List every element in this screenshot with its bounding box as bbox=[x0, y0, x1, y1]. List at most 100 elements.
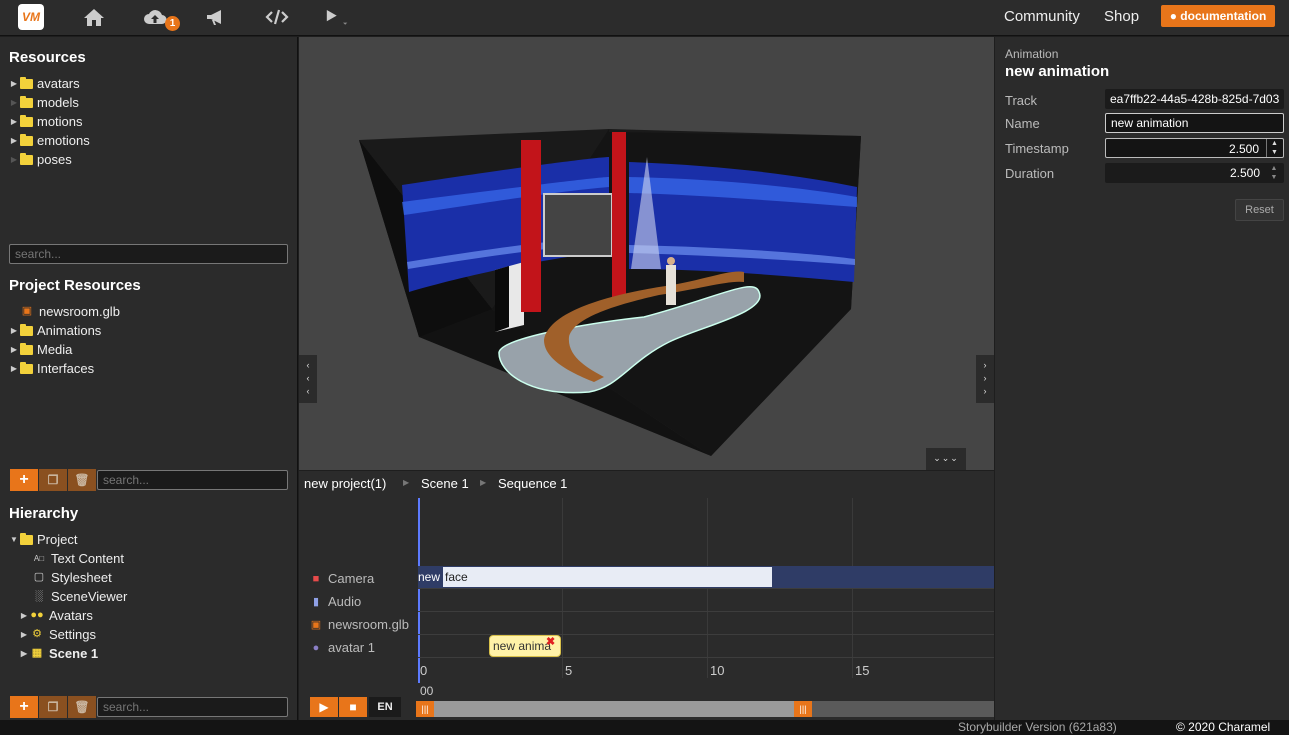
breadcrumb-sequence[interactable]: Sequence 1 bbox=[498, 476, 567, 491]
resource-item-models[interactable]: ▶ models bbox=[8, 93, 79, 112]
track-avatar[interactable]: ● avatar 1 bbox=[309, 640, 375, 655]
hierarchy-item-project[interactable]: ▼ Project bbox=[8, 530, 77, 549]
folder-icon bbox=[20, 133, 33, 146]
add-hierarchy-button[interactable]: + bbox=[10, 696, 38, 718]
collapse-left-panel-button[interactable]: ‹ ‹ ‹ bbox=[299, 355, 317, 403]
caret-right-icon[interactable]: ▶ bbox=[8, 131, 20, 150]
name-input[interactable] bbox=[1105, 113, 1284, 133]
breadcrumb-separator-icon: ▶ bbox=[403, 478, 410, 487]
copy-icon[interactable]: ❐ bbox=[39, 469, 67, 491]
camera-clip-face[interactable]: face bbox=[443, 567, 772, 587]
trash-icon[interactable]: 🗑 bbox=[68, 696, 96, 718]
project-resource-animations[interactable]: ▶ Animations bbox=[8, 321, 101, 340]
project-resources-title: Project Resources bbox=[9, 277, 141, 294]
play-dropdown-icon[interactable] bbox=[324, 6, 348, 28]
caret-down-icon[interactable]: ▼ bbox=[8, 530, 20, 549]
caret-right-icon[interactable]: ▶ bbox=[8, 74, 20, 93]
track-label: Track bbox=[1005, 93, 1038, 108]
hierarchy-item-sceneviewer[interactable]: ░ SceneViewer bbox=[20, 587, 127, 606]
hierarchy-item-text-content[interactable]: A□ Text Content bbox=[20, 549, 124, 568]
upload-count-badge: 1 bbox=[165, 16, 180, 31]
trash-icon[interactable]: 🗑 bbox=[68, 469, 96, 491]
text-icon: A□ bbox=[33, 554, 45, 563]
hierarchy-item-stylesheet[interactable]: ▢ Stylesheet bbox=[20, 568, 112, 587]
cloud-upload-icon[interactable] bbox=[143, 6, 167, 28]
playhead[interactable] bbox=[418, 498, 420, 683]
cube-icon: ▣ bbox=[310, 619, 322, 631]
collapse-right-panel-button[interactable]: › › › bbox=[976, 355, 994, 403]
resource-item-avatars[interactable]: ▶ avatars bbox=[8, 74, 80, 93]
collapse-timeline-button[interactable]: ⌄⌄⌄ bbox=[926, 448, 966, 470]
track-audio[interactable]: ▮ Audio bbox=[309, 594, 361, 609]
folder-icon bbox=[20, 114, 33, 127]
breadcrumb-project[interactable]: new project(1) bbox=[304, 476, 386, 491]
home-icon[interactable] bbox=[82, 6, 106, 28]
shop-link[interactable]: Shop bbox=[1104, 8, 1139, 25]
timestamp-stepper[interactable]: ▲ ▼ bbox=[1266, 139, 1282, 157]
folder-icon bbox=[20, 532, 33, 545]
file-icon: ▢ bbox=[33, 571, 45, 583]
duration-stepper[interactable]: ▲ ▼ bbox=[1266, 164, 1282, 182]
hierarchy-item-avatars[interactable]: ▶ ●● Avatars bbox=[18, 606, 93, 625]
version-text: Storybuilder Version (621a83) bbox=[958, 720, 1117, 734]
resources-title: Resources bbox=[9, 49, 86, 66]
timeline-scrollbar-thumb[interactable] bbox=[424, 701, 804, 717]
scene-viewport[interactable]: ‹ ‹ ‹ › › › ⌄⌄⌄ bbox=[299, 37, 994, 470]
caret-right-icon[interactable]: ▶ bbox=[18, 644, 30, 663]
caret-right-icon[interactable]: ▶ bbox=[8, 150, 20, 169]
hierarchy-search-input[interactable] bbox=[97, 697, 288, 717]
left-panel: Resources ▶ avatars ▶ models ▶ motions ▶ emo… bbox=[0, 37, 298, 720]
name-label: Name bbox=[1005, 116, 1040, 131]
caret-right-icon[interactable]: ▶ bbox=[8, 93, 20, 112]
close-icon[interactable]: ✖ bbox=[546, 635, 555, 648]
documentation-label: documentation bbox=[1180, 9, 1267, 23]
folder-icon bbox=[20, 95, 33, 108]
project-resources-search-input[interactable] bbox=[97, 470, 288, 490]
add-resource-button[interactable]: + bbox=[10, 469, 38, 491]
project-resource-media[interactable]: ▶ Media bbox=[8, 340, 73, 359]
megaphone-icon[interactable] bbox=[204, 6, 228, 28]
resource-item-emotions[interactable]: ▶ emotions bbox=[8, 131, 90, 150]
caret-right-icon[interactable]: ▶ bbox=[18, 625, 30, 644]
resource-item-motions[interactable]: ▶ motions bbox=[8, 112, 83, 131]
tick-label: 10 bbox=[710, 663, 725, 678]
properties-panel: Animation new animation Track ea7ffb22-4… bbox=[995, 37, 1289, 720]
copy-icon[interactable]: ❐ bbox=[39, 696, 67, 718]
gear-icon: ⚙ bbox=[32, 628, 42, 640]
user-icon: ● bbox=[1169, 9, 1177, 23]
caret-right-icon[interactable]: ▶ bbox=[8, 112, 20, 131]
camera-clip-new[interactable]: new bbox=[418, 567, 444, 587]
app-logo[interactable]: VM bbox=[18, 4, 44, 30]
caret-right-icon[interactable]: ▶ bbox=[8, 340, 20, 359]
reset-button[interactable]: Reset bbox=[1235, 199, 1284, 221]
track-newsroom[interactable]: ▣ newsroom.glb bbox=[309, 617, 409, 632]
project-resource-newsroom[interactable]: ▣ newsroom.glb bbox=[8, 302, 120, 321]
resources-search-input[interactable] bbox=[9, 244, 288, 264]
resource-item-poses[interactable]: ▶ poses bbox=[8, 150, 72, 169]
video-camera-icon: ■ bbox=[312, 572, 320, 585]
tick-label: 5 bbox=[565, 663, 573, 678]
hierarchy-item-scene-1[interactable]: ▶ ▦ Scene 1 bbox=[18, 644, 98, 663]
folder-icon bbox=[20, 76, 33, 89]
cube-icon: ▣ bbox=[21, 305, 33, 317]
community-link[interactable]: Community bbox=[1004, 8, 1080, 25]
track-camera[interactable]: ■ Camera bbox=[309, 571, 375, 586]
breadcrumb-scene[interactable]: Scene 1 bbox=[421, 476, 469, 491]
duration-label: Duration bbox=[1005, 166, 1055, 181]
stop-button[interactable]: ■ bbox=[339, 697, 367, 717]
language-selector[interactable]: EN bbox=[369, 697, 401, 717]
documentation-button[interactable]: ● documentation bbox=[1161, 5, 1275, 27]
hierarchy-item-settings[interactable]: ▶ ⚙ Settings bbox=[18, 625, 96, 644]
project-resource-interfaces[interactable]: ▶ Interfaces bbox=[8, 359, 94, 378]
caret-right-icon[interactable]: ▶ bbox=[18, 606, 30, 625]
properties-heading: new animation bbox=[1005, 63, 1110, 80]
scroll-handle-right[interactable]: ||| bbox=[794, 701, 812, 717]
caret-right-icon[interactable]: ▶ bbox=[8, 359, 20, 378]
code-icon[interactable] bbox=[265, 6, 289, 28]
play-button[interactable]: ▶ bbox=[310, 697, 338, 717]
timestamp-input[interactable]: 2.500 bbox=[1105, 138, 1284, 158]
scroll-handle-left[interactable]: ||| bbox=[416, 701, 434, 717]
duration-input[interactable]: 2.500 bbox=[1105, 163, 1284, 183]
breadcrumb-separator-icon: ▶ bbox=[480, 478, 487, 487]
caret-right-icon[interactable]: ▶ bbox=[8, 321, 20, 340]
